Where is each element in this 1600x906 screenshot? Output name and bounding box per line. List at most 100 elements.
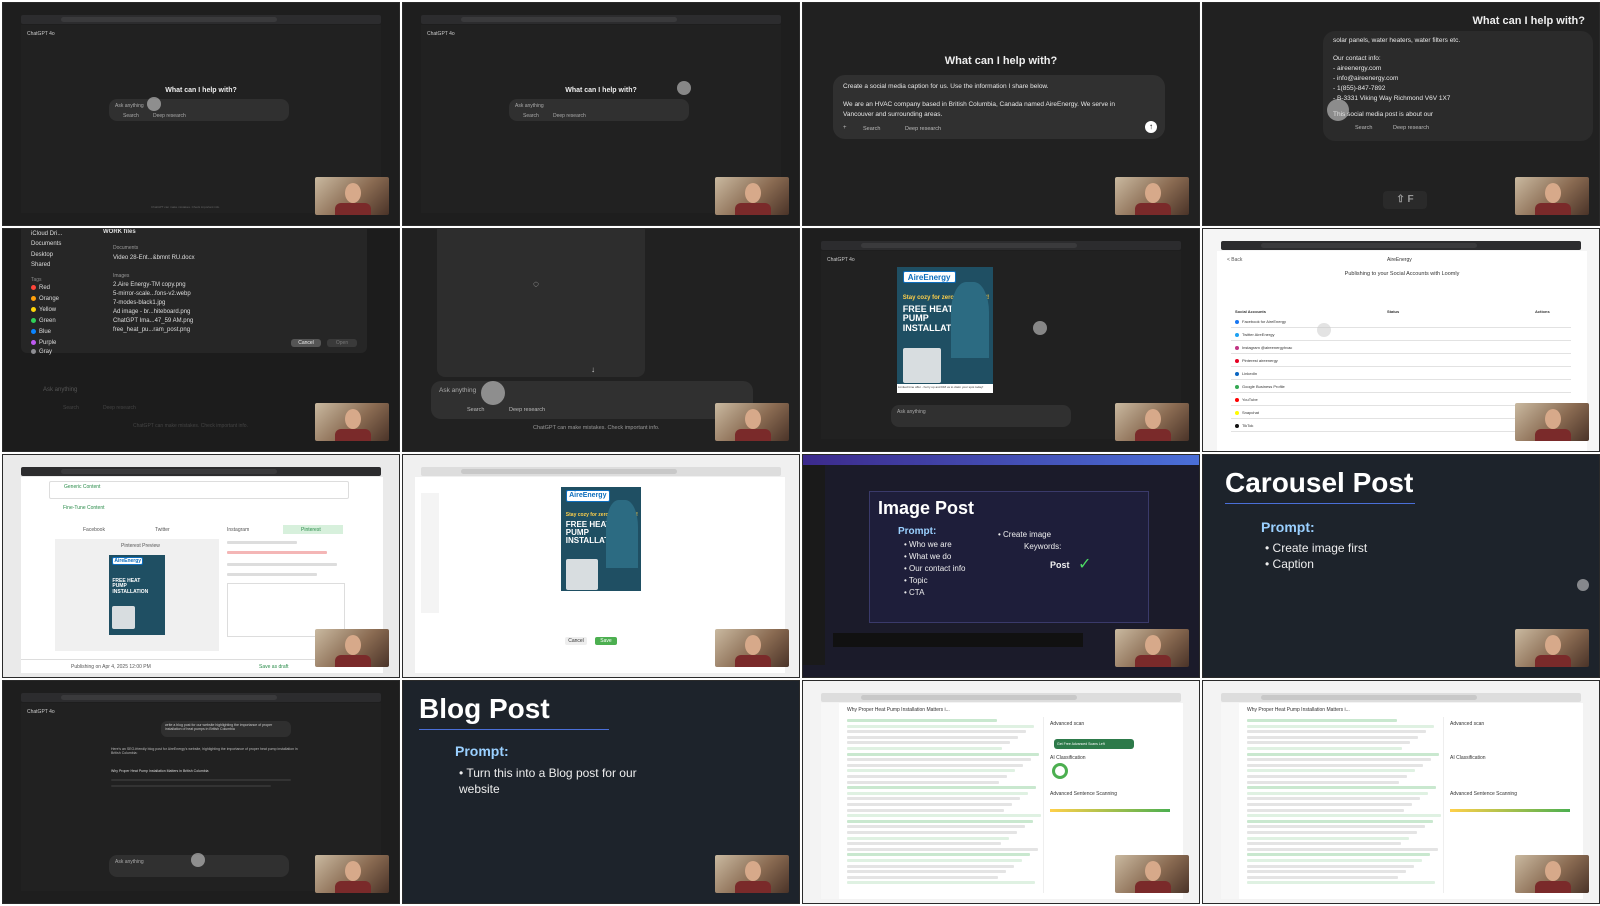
account-row[interactable]: Twitter AireEnergy: [1235, 332, 1274, 337]
search-button[interactable]: Search: [863, 126, 880, 132]
account-row[interactable]: Facebook for AireEnergy: [1235, 319, 1286, 324]
account-row[interactable]: TikTok: [1235, 423, 1253, 428]
tag-green[interactable]: Green: [31, 318, 56, 324]
prompt-input[interactable]: Create a social media caption for us. Us…: [833, 75, 1165, 139]
model-selector[interactable]: ChatGPT 4o: [27, 31, 55, 37]
document-text-line: [847, 791, 1028, 795]
tab-facebook[interactable]: Facebook: [83, 527, 105, 533]
account-row[interactable]: Instagram @aireenergyhvac: [1235, 345, 1292, 350]
account-row[interactable]: Google Business Profile: [1235, 384, 1285, 389]
open-button[interactable]: Open: [327, 339, 357, 347]
tab-pinterest[interactable]: Pinterest: [283, 525, 343, 534]
address-bar[interactable]: [461, 17, 677, 22]
sidebar-item-icloud[interactable]: iCloud Dri...: [31, 231, 62, 237]
sidebar-item-documents[interactable]: Documents: [31, 241, 61, 247]
file-item[interactable]: 7-modes-black1.jpg: [113, 300, 165, 306]
address-bar[interactable]: [861, 243, 1077, 248]
document-text-line: [1247, 763, 1423, 767]
detector-sidebar[interactable]: [1221, 703, 1239, 899]
editor-tool-sidebar[interactable]: [421, 493, 439, 613]
file-item[interactable]: 2.Aire Energy-TM copy.png: [113, 282, 186, 288]
sidebar-item-shared[interactable]: Shared: [31, 262, 50, 268]
plus-icon[interactable]: +: [843, 125, 847, 131]
file-item[interactable]: 5-mirror-scale...fons-v2.webp: [113, 291, 191, 297]
slide-title: Blog Post: [419, 693, 550, 724]
finetune-content-label: Fine-Tune Content: [63, 505, 105, 511]
file-item[interactable]: Ad image - br...hiteboard.png: [113, 309, 190, 315]
cancel-button[interactable]: Cancel: [291, 339, 321, 347]
address-bar[interactable]: [1261, 243, 1477, 248]
tag-red[interactable]: Red: [31, 285, 50, 291]
file-item[interactable]: Video 28-Ent...&bmnt RU.docx: [113, 255, 195, 261]
save-button[interactable]: Save: [595, 637, 617, 645]
account-row[interactable]: YouTube: [1235, 397, 1258, 402]
model-selector[interactable]: ChatGPT 4o: [827, 257, 855, 263]
title-underline: [1225, 503, 1415, 504]
webcam-overlay: [1515, 177, 1589, 215]
address-bar[interactable]: [61, 17, 277, 22]
prompt-input[interactable]: Ask anything Search Deep research: [109, 99, 289, 121]
address-bar[interactable]: [861, 695, 1077, 700]
brand-name: AireEnergy: [1387, 257, 1412, 263]
prompt-input[interactable]: Ask anything: [891, 405, 1071, 427]
search-button[interactable]: Search: [63, 405, 79, 411]
tab-instagram[interactable]: Instagram: [227, 527, 249, 533]
tag-orange[interactable]: Orange: [31, 296, 59, 302]
search-button[interactable]: Search: [123, 113, 139, 119]
page-title: What can I help with?: [944, 55, 1058, 67]
frame-image-editor: AireEnergy Stay cozy for zero install co…: [402, 454, 800, 678]
tag-yellow[interactable]: Yellow: [31, 307, 56, 313]
prompt-line-3: Vancouver and surrounding areas.: [843, 111, 943, 118]
account-row[interactable]: Pinterest aireenergy: [1235, 358, 1278, 363]
file-item[interactable]: free_heat_pu...ram_post.png: [113, 327, 190, 333]
tag-gray[interactable]: Gray: [31, 349, 52, 355]
search-button[interactable]: Search: [523, 113, 539, 119]
generated-ad-image[interactable]: AireEnergy Stay cozy for zero install co…: [561, 487, 641, 599]
detector-sidebar[interactable]: [821, 703, 839, 899]
deep-research-button[interactable]: Deep research: [509, 407, 545, 413]
model-selector[interactable]: ChatGPT 4o: [427, 31, 455, 37]
save-draft-button[interactable]: Save as draft: [259, 664, 288, 670]
address-bar[interactable]: [61, 695, 277, 700]
prompt-input[interactable]: Ask anything Search Deep research: [431, 381, 753, 419]
pinterest-preview-panel: Pinterest Preview AireEnergy FREE HEAT P…: [55, 539, 219, 651]
folder-title: WORK files: [103, 229, 136, 235]
document-text-line: [847, 859, 1022, 862]
deep-research-button[interactable]: Deep research: [153, 113, 186, 119]
probability-bar: [1050, 809, 1170, 812]
model-selector[interactable]: ChatGPT 4o: [27, 709, 55, 715]
cancel-button[interactable]: Cancel: [565, 637, 587, 645]
tag-purple[interactable]: Purple: [31, 340, 56, 346]
deep-research-button[interactable]: Deep research: [1393, 125, 1429, 131]
generic-content-panel[interactable]: Generic Content: [49, 481, 349, 499]
document-text-line: [847, 724, 1034, 728]
deep-research-button[interactable]: Deep research: [103, 405, 136, 411]
address-bar[interactable]: [461, 469, 677, 474]
send-icon[interactable]: ↑: [1145, 121, 1157, 133]
tag-blue[interactable]: Blue: [31, 329, 51, 335]
address-bar[interactable]: [61, 469, 277, 474]
search-button[interactable]: Search: [1355, 125, 1372, 131]
address-bar[interactable]: [1261, 695, 1477, 700]
prompt-input[interactable]: Ask anything Search Deep research: [509, 99, 689, 121]
deep-research-button[interactable]: Deep research: [553, 113, 586, 119]
canva-sidebar[interactable]: [803, 465, 825, 665]
scroll-down-icon[interactable]: ↓: [591, 365, 595, 374]
account-row[interactable]: Snapchat: [1235, 410, 1259, 415]
frame-canva-image-post: Image Post Prompt: • Who we are • What w…: [802, 454, 1200, 678]
document-text-line: [847, 719, 997, 722]
slide-thumbnail-strip[interactable]: [833, 633, 1083, 647]
prompt-input[interactable]: solar panels, water heaters, water filte…: [1323, 31, 1593, 141]
document-text-line: [847, 808, 1004, 812]
tab-twitter[interactable]: Twitter: [155, 527, 170, 533]
sidebar-item-desktop[interactable]: Desktop: [31, 252, 53, 258]
deep-research-button[interactable]: Deep research: [905, 126, 941, 132]
bullet-text: Caption: [1272, 557, 1314, 571]
generated-ad-image[interactable]: AireEnergy Stay cozy for zero install co…: [897, 267, 993, 393]
free-scan-button[interactable]: Get Free Advanced Scans Left: [1054, 739, 1134, 749]
file-item[interactable]: ChatGPT Ima...47_59 AM.png: [113, 318, 193, 324]
account-row[interactable]: LinkedIn: [1235, 371, 1257, 376]
tag-dot: [31, 296, 36, 301]
search-button[interactable]: Search: [467, 407, 484, 413]
back-link[interactable]: < Back: [1227, 257, 1242, 263]
